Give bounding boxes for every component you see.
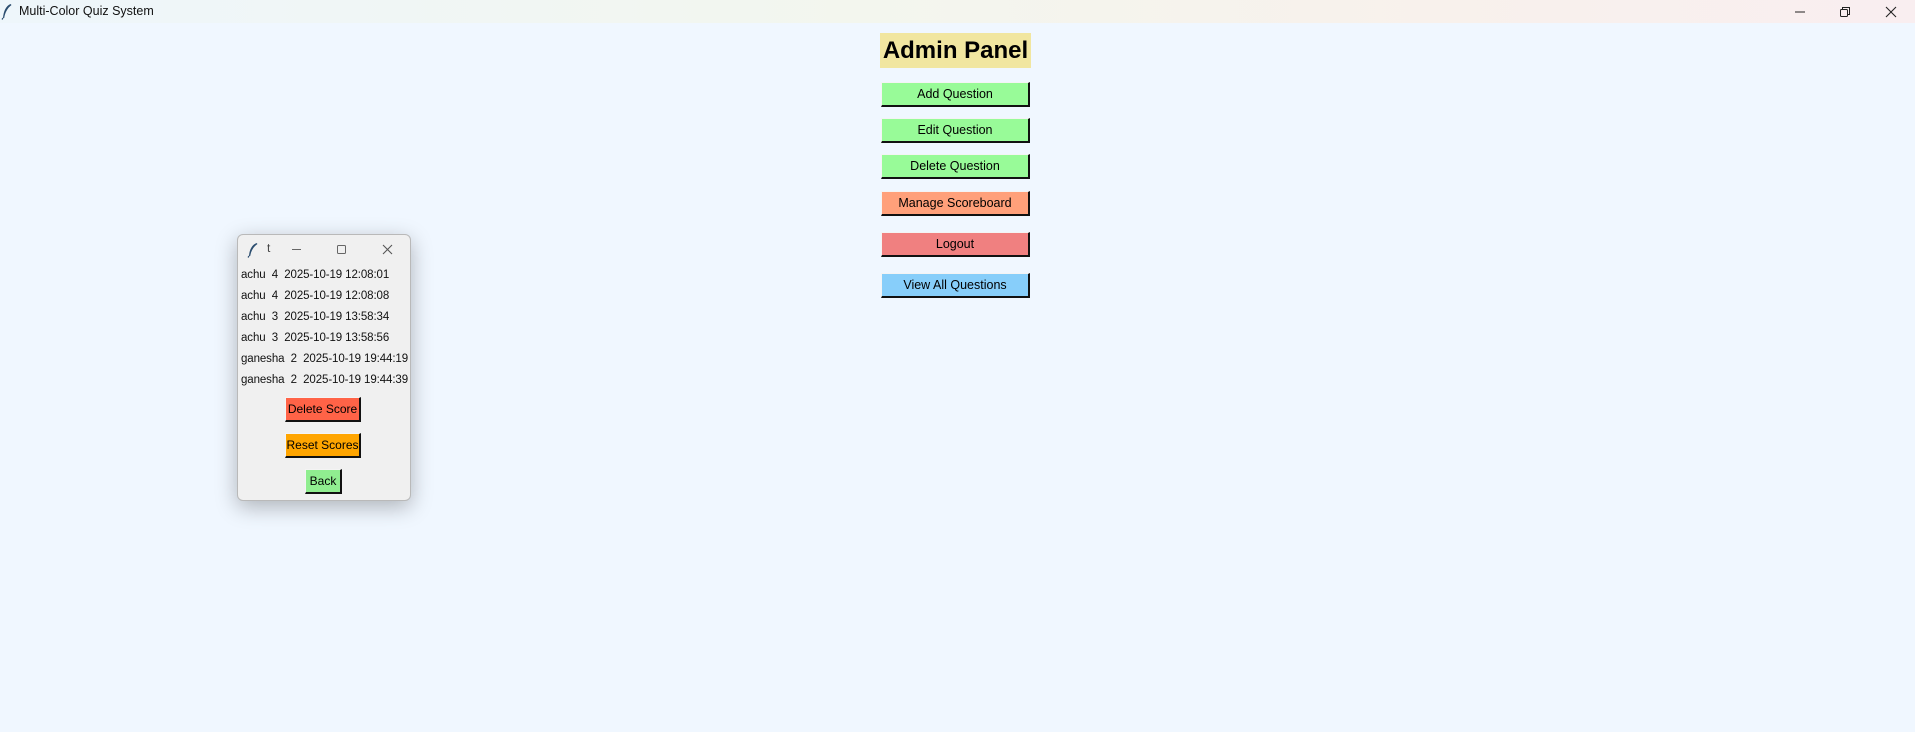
restore-button[interactable] (1822, 0, 1868, 23)
window-titlebar: Multi-Color Quiz System (0, 0, 1915, 23)
scoreboard-window-title: t (267, 241, 271, 255)
popup-close-button[interactable] (378, 240, 396, 258)
popup-minimize-button[interactable] (287, 240, 305, 258)
admin-panel-title: Admin Panel (880, 33, 1031, 68)
logout-button[interactable]: Logout (881, 232, 1030, 257)
reset-scores-button[interactable]: Reset Scores (285, 433, 361, 458)
maximize-icon (336, 244, 346, 254)
score-name: achu (241, 332, 266, 344)
close-icon (382, 244, 392, 254)
score-row: achu 3 2025-10-19 13:58:56 (241, 332, 389, 344)
score-time: 2025-10-19 13:58:34 (284, 311, 390, 323)
score-value: 4 (271, 269, 279, 281)
score-value: 2 (290, 374, 297, 386)
scoreboard-window: t achu 4 2025-10-19 12:08:01 achu 4 2025… (237, 234, 411, 501)
score-value: 2 (290, 353, 297, 365)
score-value: 4 (271, 290, 279, 302)
score-name: achu (241, 290, 266, 302)
score-value: 3 (271, 332, 279, 344)
add-question-button[interactable]: Add Question (881, 82, 1030, 107)
restore-icon (1840, 6, 1850, 17)
score-name: ganesha (241, 353, 285, 365)
score-time: 2025-10-19 12:08:01 (284, 269, 390, 281)
scoreboard-titlebar: t (238, 235, 410, 263)
minimize-button[interactable] (1777, 0, 1823, 23)
score-time: 2025-10-19 13:58:56 (284, 332, 390, 344)
score-row: achu 4 2025-10-19 12:08:08 (241, 290, 389, 302)
back-button[interactable]: Back (305, 469, 342, 494)
feather-icon (247, 243, 258, 258)
edit-question-button[interactable]: Edit Question (881, 118, 1030, 143)
delete-score-button[interactable]: Delete Score (285, 397, 361, 422)
popup-maximize-button[interactable] (332, 240, 350, 258)
score-time: 2025-10-19 12:08:08 (284, 290, 390, 302)
score-name: ganesha (241, 374, 285, 386)
window-title: Multi-Color Quiz System (19, 4, 154, 18)
close-icon (1885, 6, 1897, 17)
score-time: 2025-10-19 19:44:19 (303, 353, 409, 365)
minimize-icon (291, 248, 301, 250)
score-row: achu 4 2025-10-19 12:08:01 (241, 269, 389, 281)
score-row: achu 3 2025-10-19 13:58:34 (241, 311, 389, 323)
manage-scoreboard-button[interactable]: Manage Scoreboard (881, 191, 1030, 216)
delete-question-button[interactable]: Delete Question (881, 154, 1030, 179)
feather-icon (1, 4, 12, 20)
score-row: ganesha 2 2025-10-19 19:44:19 (241, 353, 408, 365)
score-name: achu (241, 311, 266, 323)
minimize-icon (1795, 11, 1805, 12)
score-value: 3 (271, 311, 279, 323)
score-name: achu (241, 269, 266, 281)
score-row: ganesha 2 2025-10-19 19:44:39 (241, 374, 408, 386)
score-time: 2025-10-19 19:44:39 (303, 374, 409, 386)
view-all-questions-button[interactable]: View All Questions (881, 273, 1030, 298)
close-button[interactable] (1868, 0, 1914, 23)
